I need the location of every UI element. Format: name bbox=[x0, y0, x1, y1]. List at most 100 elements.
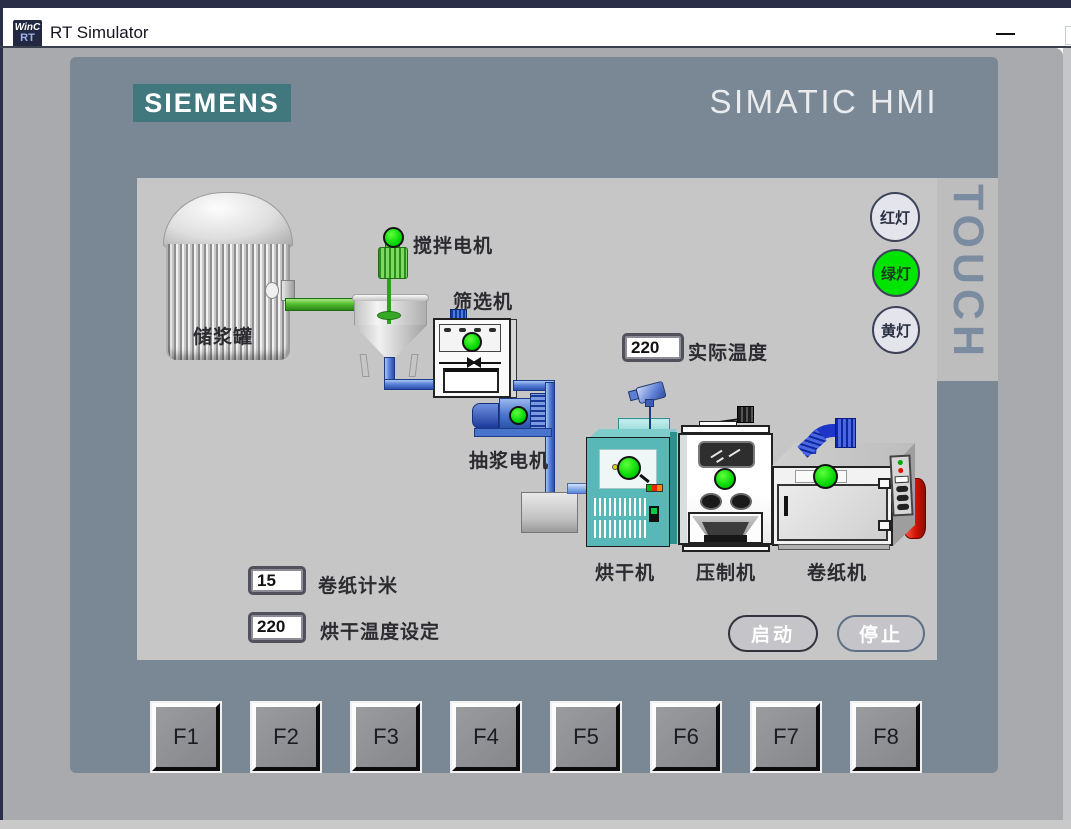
fkey-f4[interactable]: F4 bbox=[450, 701, 522, 773]
paper-meter-field[interactable]: 15 bbox=[248, 566, 306, 595]
yellow-lamp-label: 黄灯 bbox=[880, 321, 911, 340]
pump-motor-label: 抽浆电机 bbox=[469, 450, 550, 472]
pump-base bbox=[474, 428, 552, 437]
fkey-f6[interactable]: F6 bbox=[650, 701, 722, 773]
window-top-accent bbox=[0, 0, 1071, 8]
fkey-f5[interactable]: F5 bbox=[550, 701, 622, 773]
dryer-status-bar bbox=[646, 484, 663, 492]
hmi-panel-frame: SIEMENS SIMATIC HMI TOUCH 储浆罐 搅拌电机 筛选机 抽… bbox=[70, 57, 998, 773]
green-lamp: 绿灯 bbox=[872, 249, 920, 297]
paper-meter-value: 15 bbox=[253, 571, 301, 590]
panel-button bbox=[896, 494, 909, 502]
fkey-f3[interactable]: F3 bbox=[350, 701, 422, 773]
fkey-f8-label: F8 bbox=[873, 724, 899, 749]
winder-door-handle bbox=[784, 496, 788, 516]
yellow-lamp: 黄灯 bbox=[872, 306, 920, 354]
pipe-tank-to-dryer bbox=[567, 483, 588, 494]
buffer-tank bbox=[521, 492, 578, 533]
window-bottom-edge bbox=[0, 820, 1071, 829]
press-opening bbox=[688, 512, 763, 544]
dry-temp-set-field[interactable]: 220 bbox=[248, 612, 306, 643]
winder-door bbox=[777, 484, 888, 541]
window-right-edge bbox=[1063, 48, 1071, 820]
close-button[interactable] bbox=[1065, 26, 1071, 45]
pipe-tank-to-hopper bbox=[285, 298, 355, 311]
fkey-f4-label: F4 bbox=[473, 724, 499, 749]
winder-hinge-bottom bbox=[878, 520, 891, 531]
app-icon-text-bottom: RT bbox=[20, 32, 35, 44]
window-title: RT Simulator bbox=[50, 23, 149, 42]
press-knob-right bbox=[730, 493, 752, 510]
panel-red-dot bbox=[898, 467, 904, 474]
panel-slot bbox=[894, 475, 909, 484]
press-base-slab bbox=[704, 535, 747, 542]
screening-indicator bbox=[462, 332, 482, 352]
winder-base bbox=[778, 544, 890, 550]
press-label: 压制机 bbox=[696, 562, 757, 584]
winder-label: 卷纸机 bbox=[807, 562, 868, 584]
siemens-logo: SIEMENS bbox=[133, 84, 291, 122]
dryer-switch bbox=[649, 506, 659, 522]
wincc-rt-app-icon: WinC RT bbox=[13, 20, 42, 48]
hmi-screen: 储浆罐 搅拌电机 筛选机 抽浆电机 烘干机 压制机 卷纸机 220 实际温度 1… bbox=[137, 178, 937, 660]
paper-meter-label: 卷纸计米 bbox=[318, 575, 399, 597]
actual-temp-label: 实际温度 bbox=[688, 342, 769, 364]
touch-label: TOUCH bbox=[944, 184, 992, 362]
start-button-label: 启动 bbox=[750, 624, 795, 646]
stop-button[interactable]: 停止 bbox=[837, 615, 925, 652]
window-shine bbox=[728, 448, 741, 458]
touch-strip: TOUCH bbox=[937, 178, 998, 381]
minimize-button[interactable] bbox=[988, 18, 1024, 46]
green-lamp-label: 绿灯 bbox=[880, 264, 911, 283]
screw-mark bbox=[489, 328, 496, 332]
fkey-f2-label: F2 bbox=[273, 724, 299, 749]
screw-mark bbox=[459, 328, 466, 332]
fkey-f1-label: F1 bbox=[173, 724, 199, 749]
panel-green-dot bbox=[897, 459, 903, 466]
fkey-f5-label: F5 bbox=[573, 724, 599, 749]
actual-temp-field[interactable]: 220 bbox=[622, 333, 684, 362]
dryer-indicator bbox=[617, 456, 641, 480]
stop-button-label: 停止 bbox=[858, 624, 903, 646]
red-lamp: 红灯 bbox=[870, 192, 920, 242]
dry-temp-set-value: 220 bbox=[253, 617, 301, 638]
panel-button bbox=[895, 485, 908, 493]
dryer-right-face bbox=[670, 432, 677, 544]
fkey-f7-label: F7 bbox=[773, 724, 799, 749]
window-shine bbox=[716, 457, 724, 463]
start-button[interactable]: 启动 bbox=[728, 615, 818, 652]
fkey-f8[interactable]: F8 bbox=[850, 701, 922, 773]
minimize-icon bbox=[996, 33, 1015, 35]
stir-motor bbox=[378, 247, 408, 279]
pipe-pump-down bbox=[545, 382, 555, 494]
press-indicator bbox=[714, 468, 736, 490]
pump-disc bbox=[530, 393, 546, 433]
dryer-inner-panel bbox=[599, 449, 657, 489]
actual-temp-value: 220 bbox=[627, 338, 679, 357]
tank-outlet-flange bbox=[265, 282, 279, 299]
tank-dome bbox=[163, 192, 293, 248]
press-base bbox=[682, 545, 770, 552]
screening-tray bbox=[443, 368, 499, 393]
hopper-funnel bbox=[354, 325, 427, 357]
screening-machine-label: 筛选机 bbox=[453, 291, 514, 313]
dryer-label: 烘干机 bbox=[595, 562, 656, 584]
winder-duct-box bbox=[835, 418, 856, 448]
pump-motor-cap bbox=[472, 403, 499, 429]
dry-temp-set-label: 烘干温度设定 bbox=[320, 621, 441, 643]
press-top-box bbox=[737, 406, 754, 423]
stirrer-paddle bbox=[377, 311, 401, 320]
winder-hinge-top bbox=[878, 478, 891, 489]
fkey-f7[interactable]: F7 bbox=[750, 701, 822, 773]
simatic-hmi-label: SIMATIC HMI bbox=[709, 83, 938, 120]
panel-button bbox=[896, 503, 909, 511]
winder-control-panel bbox=[889, 454, 914, 517]
fkey-f1[interactable]: F1 bbox=[150, 701, 222, 773]
stir-motor-label: 搅拌电机 bbox=[413, 235, 494, 257]
rt-simulator-window: WinC RT RT Simulator SIEMENS SIMATIC HMI… bbox=[0, 0, 1071, 829]
stir-motor-indicator bbox=[383, 227, 404, 248]
fkey-f2[interactable]: F2 bbox=[250, 701, 322, 773]
dryer-switch-green bbox=[651, 508, 657, 514]
dryer-vents-bottom bbox=[594, 520, 646, 538]
screw-mark bbox=[474, 328, 481, 332]
